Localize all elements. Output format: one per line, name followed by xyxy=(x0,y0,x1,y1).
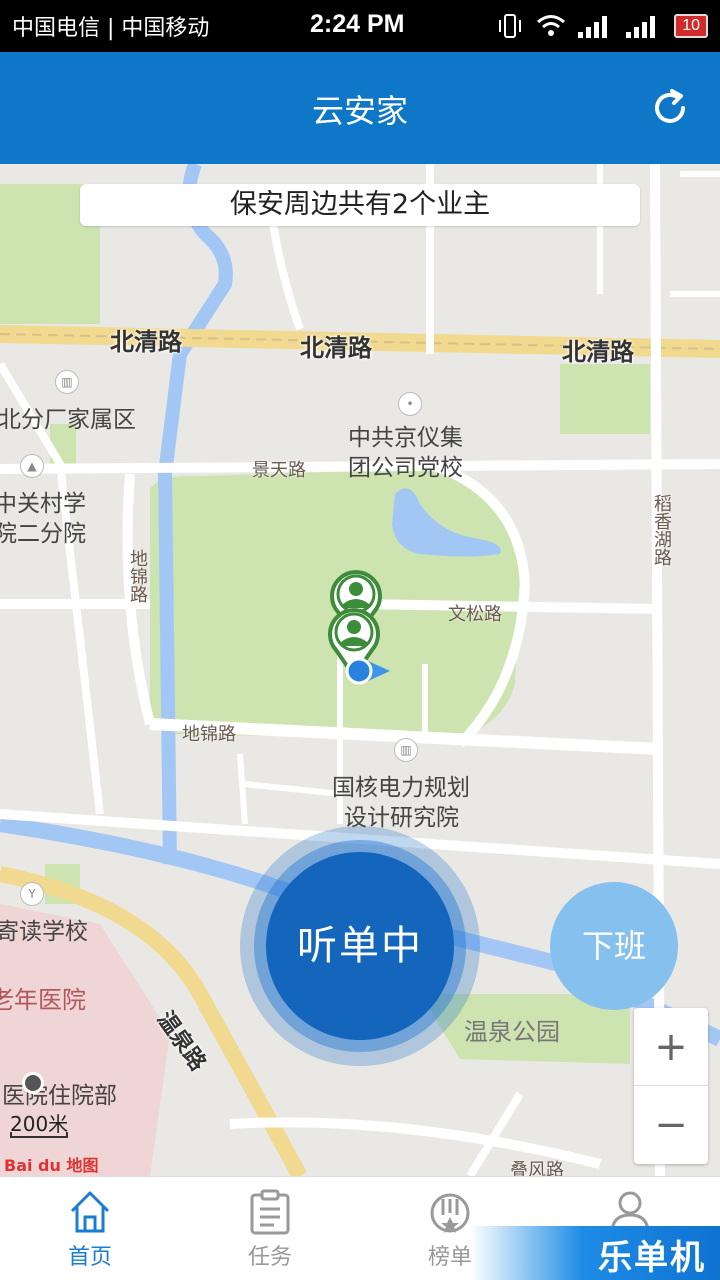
map-attribution: Bai du 地图 xyxy=(4,1156,99,1175)
current-location-icon xyxy=(345,657,390,685)
building-icon: ▥ xyxy=(55,370,79,394)
road-label-jingtian: 景天路 xyxy=(252,460,306,481)
signal-icon-2 xyxy=(626,16,656,38)
task-icon xyxy=(250,1189,290,1235)
carrier-text: 中国电信 | 中国移动 xyxy=(12,16,210,41)
medal-icon xyxy=(430,1193,470,1233)
poi-label-laonian: 老年医院 xyxy=(0,986,86,1014)
road-label-diefeng: 叠风路 xyxy=(510,1160,564,1176)
road-label-dijin: 地锦路 xyxy=(182,724,236,745)
road-label-dijin-vertical: 地锦路 xyxy=(127,549,148,603)
owner-count-banner: 保安周边共有2个业主 xyxy=(80,184,640,226)
tab-tasks[interactable]: 任务 xyxy=(180,1177,360,1280)
vibrate-icon xyxy=(499,14,522,38)
poi-label-beifen: 北分厂家属区 xyxy=(0,407,136,433)
road-label-wensong: 文松路 xyxy=(448,604,502,625)
listen-button-wrap: 听单中 xyxy=(240,826,480,1066)
page-title: 云安家 xyxy=(311,92,408,130)
poi-label-yiyuan: 医院住院部 xyxy=(2,1083,117,1109)
poi-dot-icon: • xyxy=(398,392,422,416)
road-label-daoxiang: 稻香湖路 xyxy=(651,494,672,566)
road-label-beiqing-1: 北清路 xyxy=(110,328,182,356)
map-view[interactable]: 保安周边共有2个业主 北清路 北清路 北清路 景天路 地锦路 地锦路 文松路 稻… xyxy=(0,164,720,1176)
watermark-logo: 乐单机 xyxy=(470,1226,720,1280)
school-icon-2: Y xyxy=(20,882,44,906)
refresh-icon[interactable] xyxy=(650,88,690,128)
school-icon: ▲ xyxy=(20,454,44,478)
clock: 2:24 PM xyxy=(310,10,405,38)
locate-icon[interactable] xyxy=(22,1072,44,1094)
zoom-out-button[interactable]: − xyxy=(634,1086,708,1164)
tab-home[interactable]: 首页 xyxy=(0,1177,180,1280)
building-icon-2: ▥ xyxy=(394,738,418,762)
road-label-beiqing-2: 北清路 xyxy=(300,334,372,362)
off-duty-button[interactable]: 下班 xyxy=(550,882,678,1010)
poi-label-jidu: 寄读学校 xyxy=(0,919,88,945)
signal-icon xyxy=(578,16,608,38)
poi-label-zhongguancun-2: 院二分院 xyxy=(0,521,86,547)
tab-tasks-label: 任务 xyxy=(247,1245,292,1270)
poi-label-zhongguancun-1: 中关村学 xyxy=(0,491,86,517)
road-label-beiqing-3: 北清路 xyxy=(562,338,634,366)
zoom-in-button[interactable]: + xyxy=(634,1008,708,1086)
zoom-control: + − xyxy=(634,1008,708,1164)
status-bar: 中国电信 | 中国移动 2:24 PM 10 xyxy=(0,0,720,52)
listening-button[interactable]: 听单中 xyxy=(266,852,454,1040)
wifi-icon xyxy=(537,15,566,36)
app-bar: 云安家 xyxy=(0,52,720,164)
tab-home-label: 首页 xyxy=(67,1245,112,1270)
map-scale-bar xyxy=(10,1132,68,1138)
poi-label-guohe-1: 国核电力规划 xyxy=(332,775,470,801)
battery-indicator: 10 xyxy=(674,14,708,38)
status-icons: 10 xyxy=(496,12,708,40)
poi-label-zhonggong-2: 团公司党校 xyxy=(348,455,463,481)
poi-label-zhonggong-1: 中共京仪集 xyxy=(348,425,463,451)
home-icon xyxy=(70,1191,110,1233)
watermark-text: 乐单机 xyxy=(598,1238,706,1278)
